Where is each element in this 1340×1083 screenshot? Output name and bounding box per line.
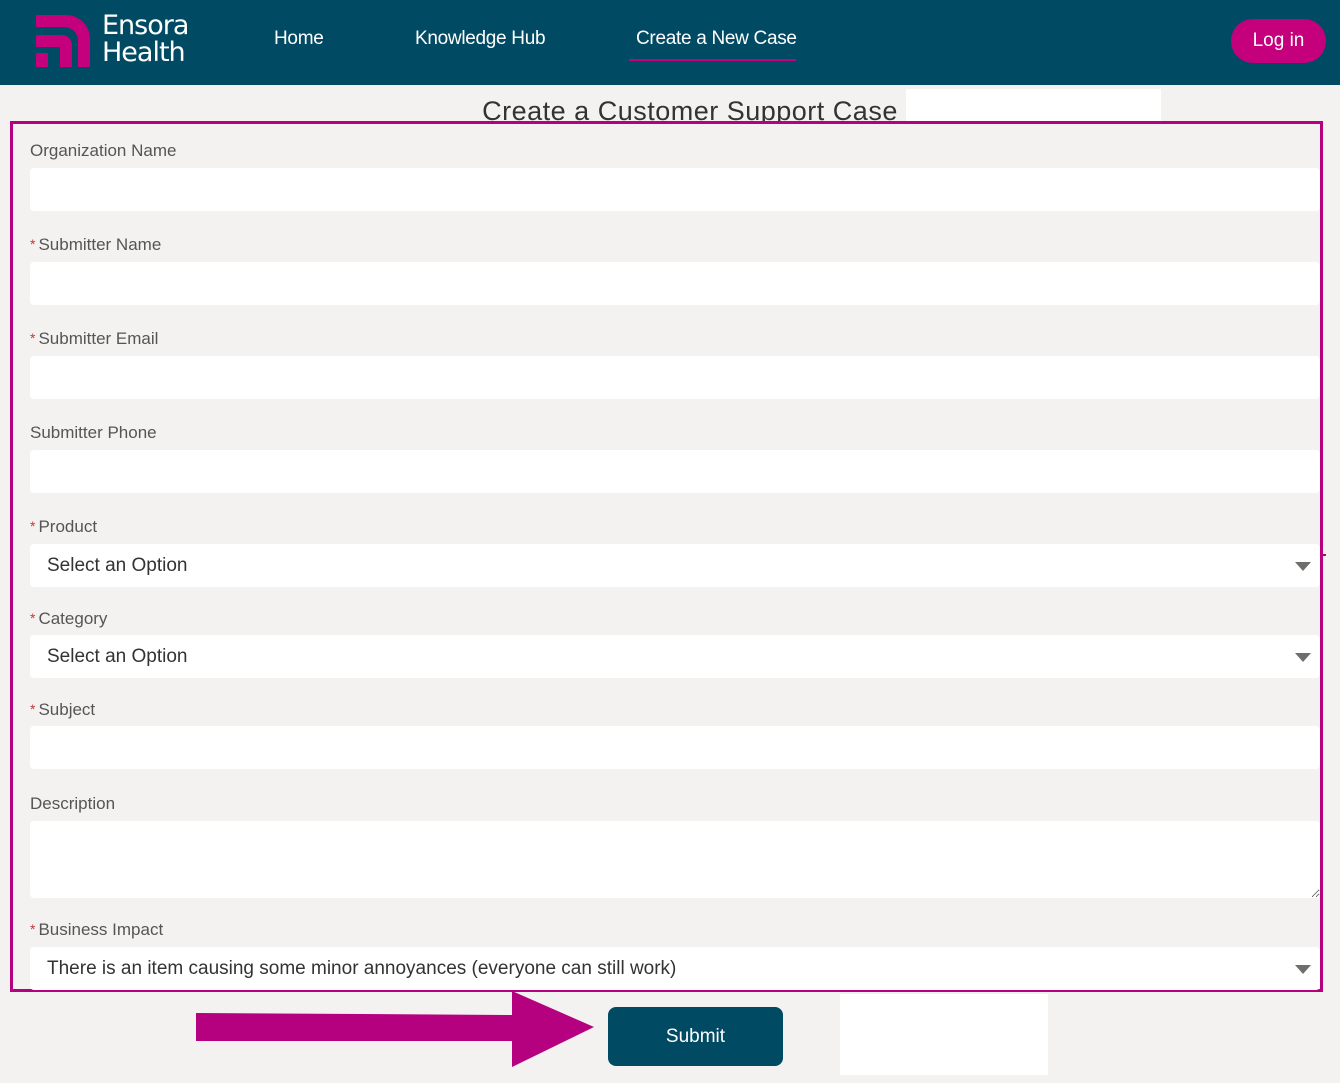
brand-line-2: Health	[102, 37, 186, 68]
organization-name-label: Organization Name	[30, 141, 176, 161]
nav-home-link[interactable]: Home	[274, 28, 324, 50]
caret-down-icon	[1295, 965, 1311, 974]
description-textarea[interactable]	[30, 821, 1320, 898]
organization-name-input[interactable]	[30, 168, 1320, 211]
required-marker: *	[30, 610, 36, 626]
submitter-email-label: * Submitter Email	[30, 329, 158, 349]
submitter-phone-label: Submitter Phone	[30, 423, 157, 443]
submitter-name-label-text: Submitter Name	[38, 235, 162, 254]
product-label: * Product	[30, 517, 97, 537]
product-label-text: Product	[38, 517, 98, 536]
brand-line-1: Ensora	[102, 10, 189, 41]
business-impact-select[interactable]: There is an item causing some minor anno…	[30, 947, 1320, 990]
business-impact-selected-value: There is an item causing some minor anno…	[47, 958, 677, 979]
business-impact-label-text: Business Impact	[38, 920, 164, 939]
product-selected-value: Select an Option	[47, 555, 188, 576]
submitter-email-label-text: Submitter Email	[38, 329, 159, 348]
required-marker: *	[30, 701, 36, 717]
description-label: Description	[30, 794, 115, 814]
login-button[interactable]: Log in	[1231, 19, 1326, 63]
arrow-right-icon	[196, 991, 594, 1067]
submitter-phone-input[interactable]	[30, 450, 1320, 493]
required-marker: *	[30, 518, 36, 534]
submit-button[interactable]: Submit	[608, 1007, 783, 1066]
required-marker: *	[30, 236, 36, 252]
subject-input[interactable]	[30, 726, 1320, 769]
submitter-name-input[interactable]	[30, 262, 1320, 305]
organization-name-label-text: Organization Name	[30, 141, 177, 160]
subject-label-text: Subject	[38, 700, 96, 719]
case-form: Organization Name * Submitter Name * Submi…	[10, 121, 1323, 992]
category-selected-value: Select an Option	[47, 646, 188, 667]
ensora-logo-icon[interactable]	[36, 15, 90, 67]
caret-down-icon	[1295, 653, 1311, 662]
submitter-phone-label-text: Submitter Phone	[30, 423, 157, 442]
frame-edge-mark	[1322, 554, 1326, 556]
redaction-box	[840, 994, 1048, 1075]
nav-create-case-link[interactable]: Create a New Case	[636, 28, 797, 50]
nav-knowledge-hub-link[interactable]: Knowledge Hub	[415, 28, 546, 50]
active-nav-indicator	[629, 59, 796, 61]
category-label-text: Category	[38, 609, 108, 628]
brand-name[interactable]: Ensora Health	[102, 10, 189, 68]
subject-label: * Subject	[30, 700, 95, 720]
category-label: * Category	[30, 609, 107, 629]
category-select[interactable]: Select an Option	[30, 635, 1320, 678]
submitter-name-label: * Submitter Name	[30, 235, 161, 255]
required-marker: *	[30, 330, 36, 346]
product-select[interactable]: Select an Option	[30, 544, 1320, 587]
submitter-email-input[interactable]	[30, 356, 1320, 399]
description-label-text: Description	[30, 794, 116, 813]
top-navigation-bar: Ensora Health Home Knowledge Hub Create …	[0, 0, 1340, 85]
business-impact-label: * Business Impact	[30, 920, 163, 940]
required-marker: *	[30, 921, 36, 937]
caret-down-icon	[1295, 562, 1311, 571]
